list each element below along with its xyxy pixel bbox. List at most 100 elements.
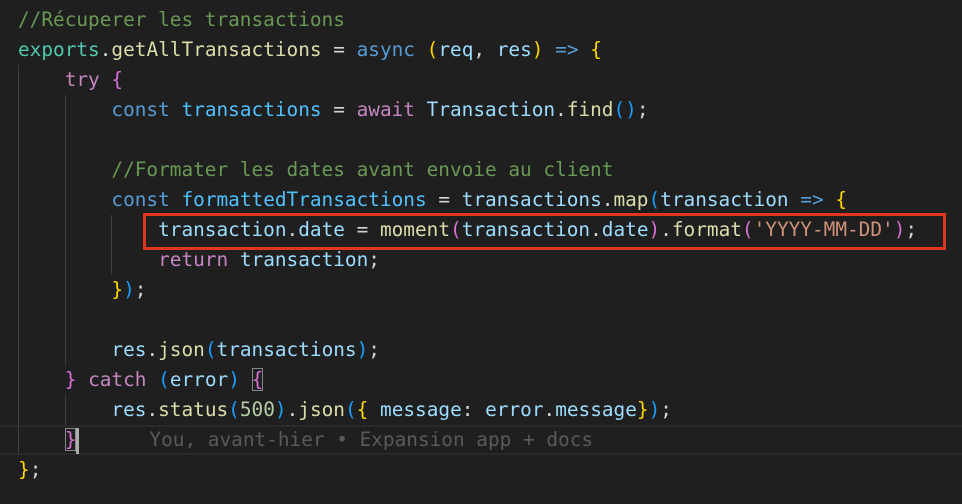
code-token: formattedTransactions (181, 188, 427, 211)
indent-guide (65, 245, 112, 275)
code-token: catch (88, 368, 147, 391)
indent-guide (65, 185, 112, 215)
code-token: transactions (461, 188, 602, 211)
code-line[interactable]: }); (18, 275, 962, 305)
code-line[interactable]: const transactions = await Transaction.f… (18, 95, 962, 125)
code-token: ( (344, 398, 357, 421)
code-token: ) (531, 38, 544, 61)
code-token: } (636, 398, 649, 421)
code-token: getAllTransactions (111, 38, 322, 61)
code-line[interactable]: res.json(transactions); (18, 335, 962, 365)
code-token: = (321, 38, 357, 61)
indent-guide (18, 275, 65, 305)
code-line[interactable]: } You, avant-hier • Expansion app + docs (0, 425, 962, 455)
code-token: ) (123, 278, 135, 301)
code-token: } (18, 458, 30, 481)
code-token: ( (426, 38, 439, 61)
code-line[interactable]: return transaction; (18, 245, 962, 275)
indent-guide (65, 155, 112, 185)
code-token: 'YYYY-MM-DD' (753, 218, 894, 241)
indent-guide (18, 425, 65, 455)
code-line[interactable]: const formattedTransactions = transactio… (18, 185, 962, 215)
code-token: transactions (181, 98, 322, 121)
code-token: . (286, 218, 299, 241)
code-line[interactable]: try { (18, 65, 962, 95)
code-token: } (64, 428, 77, 451)
code-token: transaction (239, 248, 369, 271)
code-token: . (660, 218, 672, 241)
code-token: message (380, 398, 462, 421)
code-token: moment (379, 218, 450, 241)
code-token: . (146, 338, 159, 361)
code-line[interactable]: transaction.date = moment(transaction.da… (18, 215, 962, 245)
code-token: transaction (158, 218, 287, 241)
code-token: map (613, 188, 649, 211)
indent-guide (18, 65, 65, 95)
code-token: return (158, 248, 229, 271)
code-token: ( (741, 218, 754, 241)
indent-guide (65, 275, 112, 305)
code-line[interactable]: res.status(500).json({ message: error.me… (18, 395, 962, 425)
code-token: } (111, 278, 124, 301)
code-token: json (298, 398, 345, 421)
code-token: { (590, 38, 602, 61)
code-token: message (555, 398, 637, 421)
code-token: = (344, 218, 380, 241)
code-line[interactable] (18, 305, 962, 335)
indent-guide (65, 335, 112, 365)
code-token: transaction (461, 218, 591, 241)
indent-guide (18, 335, 65, 365)
code-token: date (601, 218, 649, 241)
code-token: ) (274, 398, 287, 421)
code-token: ; (905, 218, 918, 241)
code-token: async (356, 38, 415, 61)
code-token: res (111, 338, 147, 361)
code-token: { (251, 368, 264, 391)
code-line[interactable] (18, 125, 962, 155)
code-token: ; (134, 278, 147, 301)
indent-guide (65, 95, 112, 125)
code-token: : (461, 398, 486, 421)
code-line[interactable]: }; (18, 455, 962, 485)
code-token: const (111, 98, 170, 121)
code-line[interactable]: //Formater les dates avant envoie au cli… (18, 155, 962, 185)
code-line[interactable]: //Récuperer les transactions (18, 5, 962, 35)
code-token: () (613, 98, 637, 121)
code-token: ( (648, 188, 661, 211)
indent-guide (111, 245, 158, 275)
code-token: res (496, 38, 532, 61)
indent-guide (65, 215, 112, 245)
code-token: ) (356, 338, 369, 361)
code-token: { (356, 398, 369, 421)
code-token: //Formater les dates avant envoie au cli… (111, 158, 614, 181)
code-token: ) (648, 398, 661, 421)
code-token: { (835, 188, 848, 211)
code-token: Transaction (426, 98, 556, 121)
code-token: req (438, 38, 474, 61)
code-token: . (146, 398, 159, 421)
code-token: ; (29, 458, 42, 481)
code-token: const (111, 188, 170, 211)
code-token: await (356, 98, 415, 121)
code-editor[interactable]: //Récuperer les transactions exports.getA… (18, 5, 962, 485)
code-token: res (111, 398, 147, 421)
code-token: , (473, 38, 497, 61)
indent-guide (18, 395, 65, 425)
code-token: ; (636, 98, 649, 121)
code-line[interactable]: } catch (error) { (18, 365, 962, 395)
code-line[interactable]: exports.getAllTransactions = async (req,… (18, 35, 962, 65)
code-token: ) (893, 218, 906, 241)
code-token: ) (228, 368, 240, 391)
indent-guide (18, 95, 65, 125)
indent-guide (111, 215, 158, 245)
code-token: status (158, 398, 229, 421)
code-token: . (286, 398, 299, 421)
code-token: => (800, 188, 824, 211)
code-token: error (169, 368, 229, 391)
code-token: { (111, 68, 124, 91)
code-token: = (426, 188, 462, 211)
